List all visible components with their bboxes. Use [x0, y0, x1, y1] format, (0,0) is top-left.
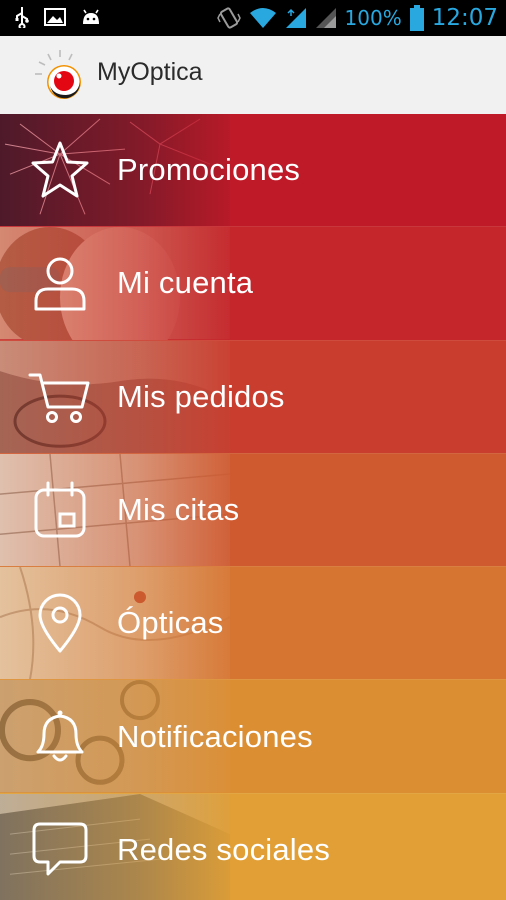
cart-icon [28, 373, 90, 423]
menu-item-mi-cuenta[interactable]: Mi cuenta [0, 226, 506, 340]
menu-label: Mis pedidos [117, 378, 285, 414]
calendar-icon [34, 481, 86, 538]
status-left-icons [14, 6, 102, 28]
location-pin-icon [38, 593, 82, 653]
usb-icon [15, 7, 29, 28]
menu-label: Notificaciones [117, 718, 313, 754]
menu-label: Mi cuenta [117, 265, 254, 301]
battery-icon [409, 5, 424, 31]
user-icon [34, 257, 86, 311]
chat-bubble-icon [32, 822, 88, 876]
menu-item-promociones[interactable]: Promociones [0, 114, 506, 227]
myoptica-logo-icon[interactable] [32, 48, 88, 104]
menu-label: Mis citas [117, 492, 240, 528]
menu-item-mis-pedidos[interactable]: Mis pedidos [0, 339, 506, 453]
app-title: MyOptica [97, 58, 203, 86]
menu-label: Redes sociales [117, 831, 331, 867]
menu-item-notificaciones[interactable]: Notificaciones [0, 679, 506, 793]
menu-item-mis-citas[interactable]: Mis citas [0, 452, 506, 567]
vibrate-icon [216, 7, 241, 29]
screen: 100% 12:07 MyOptica Promociones Mi cuent… [0, 0, 506, 900]
menu-item-opticas[interactable]: Ópticas [0, 566, 506, 680]
image-icon [44, 8, 66, 26]
menu-label: Ópticas [117, 605, 224, 641]
clock: 12:07 [431, 5, 498, 31]
menu-item-redes-sociales[interactable]: Redes sociales [0, 792, 506, 900]
signal-icon [315, 8, 336, 28]
status-right-icons: 100% 12:07 [216, 2, 498, 34]
android-icon [83, 9, 99, 24]
main-menu: Promociones Mi cuenta Mis pedidos Mis ci… [0, 114, 506, 900]
star-icon [31, 141, 89, 198]
app-bar: MyOptica [0, 36, 506, 114]
signal-icon [285, 8, 306, 28]
battery-percent: 100% [344, 6, 402, 30]
menu-label: Promociones [117, 152, 301, 188]
bell-icon [36, 710, 84, 762]
wifi-icon [249, 8, 276, 28]
status-bar: 100% 12:07 [0, 0, 506, 36]
